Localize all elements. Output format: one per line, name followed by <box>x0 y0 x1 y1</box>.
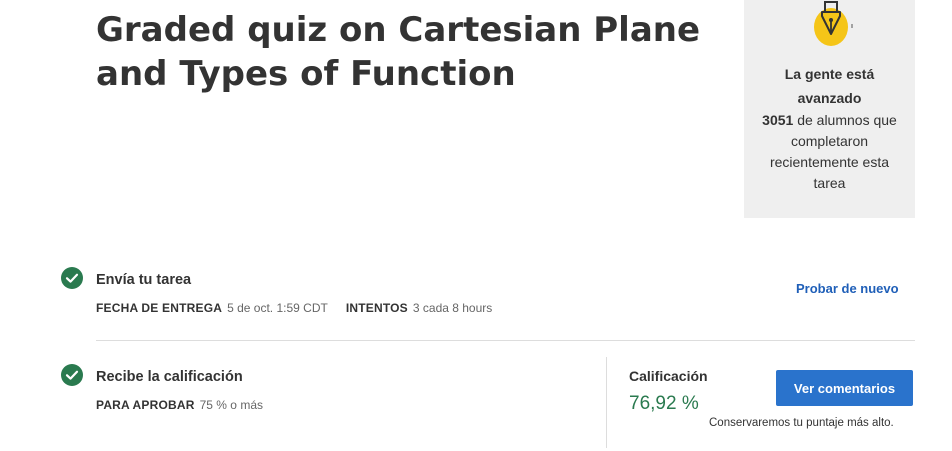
attempts-label: INTENTOS <box>345 301 408 315</box>
highest-score-note: Conservaremos tu puntaje más alto. <box>709 417 894 429</box>
pass-threshold-value: 75 % o más <box>199 398 263 412</box>
assignment-page: Graded quiz on Cartesian Plane and Types… <box>0 0 952 451</box>
section-divider <box>96 340 915 341</box>
pass-threshold-label: PARA APROBAR <box>96 398 195 412</box>
pen-nib-icon <box>814 1 853 46</box>
grade-value: 76,92 % <box>629 393 699 414</box>
view-feedback-button[interactable]: Ver comentarios <box>776 370 913 406</box>
grade-label: Calificación <box>629 368 708 384</box>
page-title: Graded quiz on Cartesian Plane and Types… <box>96 10 701 94</box>
grade-step-title: Recibe la calificación <box>96 369 243 385</box>
submit-step-meta: FECHA DE ENTREGA 5 de oct. 1:59 CDT INTENT… <box>96 301 510 315</box>
grade-vertical-divider <box>606 357 607 448</box>
learner-count: 3051 <box>762 112 794 128</box>
submit-step-title: Envía tu tarea <box>96 272 192 288</box>
attempts-value: 3 cada 8 hours <box>412 301 493 315</box>
progress-promo-card: La gente está avanzado 3051 de alumnos q… <box>744 0 915 218</box>
due-date-label: FECHA DE ENTREGA <box>96 301 223 315</box>
promo-heading: La gente está avanzado <box>784 66 875 106</box>
check-circle-icon <box>61 267 83 289</box>
promo-body: 3051 de alumnos que completaron reciente… <box>756 110 903 194</box>
check-circle-icon <box>61 364 83 386</box>
due-date-value: 5 de oct. 1:59 CDT <box>227 301 328 315</box>
retry-button[interactable]: Probar de nuevo <box>796 281 899 296</box>
grade-step-meta: PARA APROBAR 75 % o más <box>96 398 281 412</box>
